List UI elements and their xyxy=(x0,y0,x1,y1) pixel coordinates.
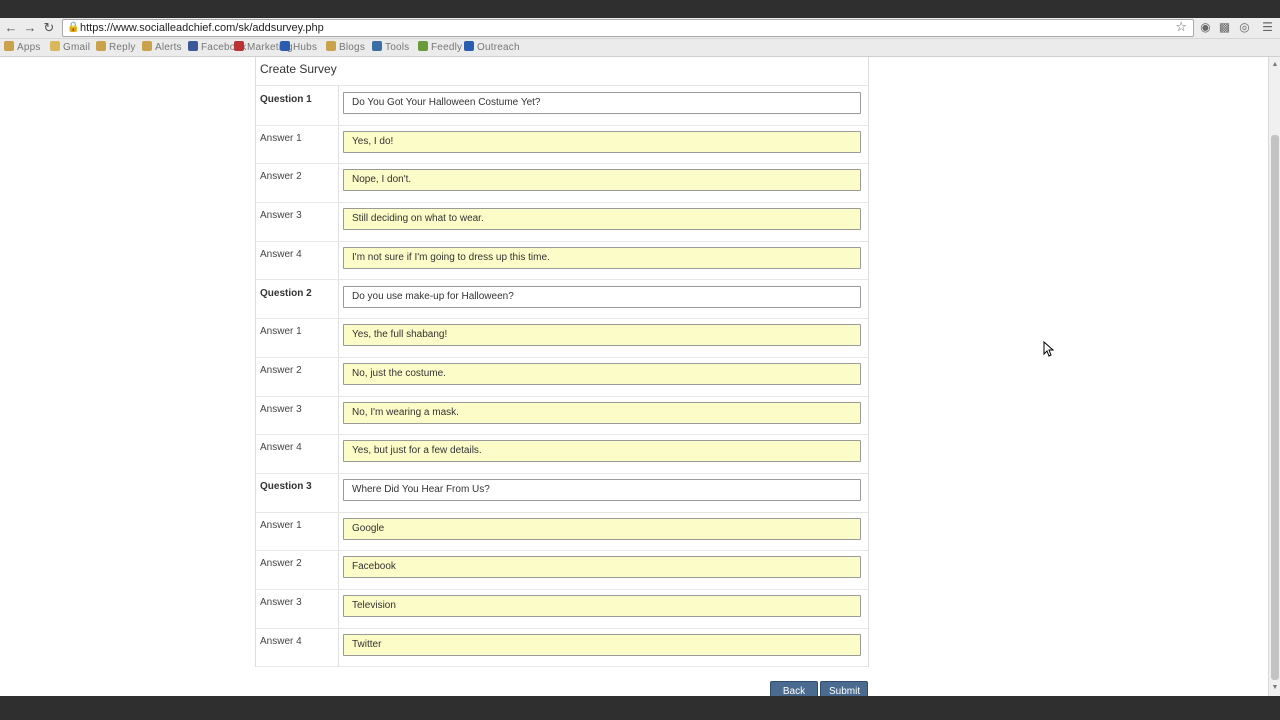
answer-label: Answer 2 xyxy=(260,364,302,376)
bookmark-label: Gmail xyxy=(63,42,91,53)
answer-label: Answer 4 xyxy=(260,442,302,454)
form-row: Answer 1 Yes, the full shabang! xyxy=(256,318,868,358)
forward-arrow-icon[interactable]: → xyxy=(21,19,39,37)
question-input[interactable]: Where Did You Hear From Us? xyxy=(343,479,861,501)
answer-input[interactable]: Twitter xyxy=(343,633,861,656)
back-button[interactable]: Back xyxy=(770,681,818,696)
form-row: Answer 1 Google xyxy=(256,512,868,552)
bookmark-icon xyxy=(280,41,290,51)
address-bar[interactable]: 🔒 https://www.socialleadchief.com/sk/add… xyxy=(62,19,1194,37)
answer-label: Answer 3 xyxy=(260,403,302,415)
bookmarks-bar: Apps Gmail Reply Alerts Facebook Marketing Hub… xyxy=(0,39,1280,57)
form-row: Answer 2 No, just the costume. xyxy=(256,357,868,397)
form-row: Answer 3 Television xyxy=(256,589,868,629)
question-label: Question 2 xyxy=(260,287,312,299)
form-row: Question 2 Do you use make-up for Hallowe… xyxy=(256,280,868,320)
bookmark-label: Blogs xyxy=(339,42,366,53)
question-label: Question 1 xyxy=(260,94,312,105)
bookmark-icon xyxy=(4,41,14,51)
answer-input[interactable]: No, just the costume. xyxy=(343,362,861,385)
form-row: Answer 4 Twitter xyxy=(256,628,868,668)
page-content: Create Survey Question 1 Do You Got Your … xyxy=(0,57,1268,696)
menu-icon[interactable]: ☰ xyxy=(1261,21,1274,34)
bookmark-icon xyxy=(234,41,244,51)
bookmark-label: Hubs xyxy=(293,42,318,53)
answer-label: Answer 3 xyxy=(260,210,302,222)
globe-icon[interactable]: ◎ xyxy=(1238,21,1251,34)
bookmark-item[interactable]: Blogs xyxy=(326,40,365,55)
bookmark-item[interactable]: Feedly xyxy=(418,40,462,55)
bookmark-item[interactable]: Hubs xyxy=(280,40,317,55)
bookmark-item[interactable]: Tools xyxy=(372,40,409,55)
vertical-scrollbar[interactable]: ▲ ▼ xyxy=(1268,57,1280,696)
bookmark-label: Alerts xyxy=(155,42,182,53)
bookmark-item[interactable]: Outreach xyxy=(464,40,520,55)
lock-icon: 🔒 xyxy=(67,22,80,33)
back-arrow-icon[interactable]: ← xyxy=(2,19,20,37)
bookmark-item[interactable]: Reply xyxy=(96,40,136,55)
form-row: Answer 3 Still deciding on what to wear. xyxy=(256,202,868,242)
answer-input[interactable]: Still deciding on what to wear. xyxy=(343,208,861,231)
answer-label: Answer 1 xyxy=(260,519,302,531)
answer-input[interactable]: Google xyxy=(343,517,861,540)
answer-label: Answer 4 xyxy=(260,635,302,647)
bookmark-icon xyxy=(326,41,336,51)
form-row: Answer 4 I'm not sure if I'm going to dre… xyxy=(256,241,868,281)
bookmark-icon xyxy=(418,41,428,51)
form-row: Answer 2 Facebook xyxy=(256,550,868,591)
bookmark-label: Feedly xyxy=(431,42,463,53)
scroll-down-arrow-icon[interactable]: ▼ xyxy=(1269,682,1280,694)
window-title-bar xyxy=(0,0,1280,18)
answer-input[interactable]: Nope, I don't. xyxy=(343,169,861,192)
bookmark-label: Tools xyxy=(385,42,410,53)
form-row: Answer 3 No, I'm wearing a mask. xyxy=(256,396,868,436)
answer-label: Answer 2 xyxy=(260,558,302,570)
submit-button[interactable]: Submit xyxy=(820,681,868,696)
bookmark-icon xyxy=(464,41,474,51)
form-row: Question 1 Do You Got Your Halloween Cost… xyxy=(256,86,868,126)
create-survey-form: Create Survey Question 1 Do You Got Your … xyxy=(255,57,869,668)
form-row: Question 3 Where Did You Hear From Us? xyxy=(256,473,868,513)
answer-label: Answer 2 xyxy=(260,171,302,183)
question-label: Question 3 xyxy=(260,481,312,492)
answer-label: Answer 1 xyxy=(260,132,302,144)
answer-input[interactable]: I'm not sure if I'm going to dress up th… xyxy=(343,246,861,269)
bookmark-item[interactable]: Apps xyxy=(4,40,41,55)
bookmark-icon xyxy=(372,41,382,51)
answer-input[interactable]: Television xyxy=(343,595,861,618)
form-row: Answer 2 Nope, I don't. xyxy=(256,163,868,204)
form-title: Create Survey xyxy=(260,62,337,76)
extension-icon[interactable]: ◉ xyxy=(1199,21,1212,34)
scroll-up-arrow-icon[interactable]: ▲ xyxy=(1269,59,1280,71)
bookmark-icon xyxy=(50,41,60,51)
taskbar xyxy=(0,696,1280,720)
answer-input[interactable]: Yes, but just for a few details. xyxy=(343,440,861,463)
question-input[interactable]: Do you use make-up for Halloween? xyxy=(343,285,861,308)
answer-input[interactable]: No, I'm wearing a mask. xyxy=(343,401,861,424)
answer-input[interactable]: Yes, the full shabang! xyxy=(343,324,861,347)
bookmark-item[interactable]: Gmail xyxy=(50,40,90,55)
answer-input[interactable]: Yes, I do! xyxy=(343,130,861,153)
bookmark-label: Outreach xyxy=(477,42,520,53)
reload-icon[interactable]: ↻ xyxy=(40,19,58,37)
bookmark-item[interactable]: Alerts xyxy=(142,40,182,55)
bookmark-label: Reply xyxy=(109,42,136,53)
form-row: Answer 4 Yes, but just for a few details. xyxy=(256,434,868,474)
mouse-cursor-icon xyxy=(1043,341,1055,357)
bookmark-star-icon[interactable]: ☆ xyxy=(1175,19,1187,35)
puzzle-icon[interactable]: ▩ xyxy=(1218,21,1231,34)
answer-label: Answer 3 xyxy=(260,597,302,609)
scrollbar-thumb[interactable] xyxy=(1271,135,1279,680)
bookmark-icon xyxy=(142,41,152,51)
answer-input[interactable]: Facebook xyxy=(343,556,861,579)
question-input[interactable]: Do You Got Your Halloween Costume Yet? xyxy=(343,92,861,114)
bookmark-label: Apps xyxy=(17,42,41,53)
answer-label: Answer 1 xyxy=(260,326,302,338)
form-row: Answer 1 Yes, I do! xyxy=(256,125,868,165)
bookmark-icon xyxy=(188,41,198,51)
url-text[interactable]: https://www.socialleadchief.com/sk/addsu… xyxy=(80,20,324,36)
bookmark-icon xyxy=(96,41,106,51)
browser-toolbar: ← → ↻ 🔒 https://www.socialleadchief.com/… xyxy=(0,18,1280,39)
answer-label: Answer 4 xyxy=(260,248,302,260)
